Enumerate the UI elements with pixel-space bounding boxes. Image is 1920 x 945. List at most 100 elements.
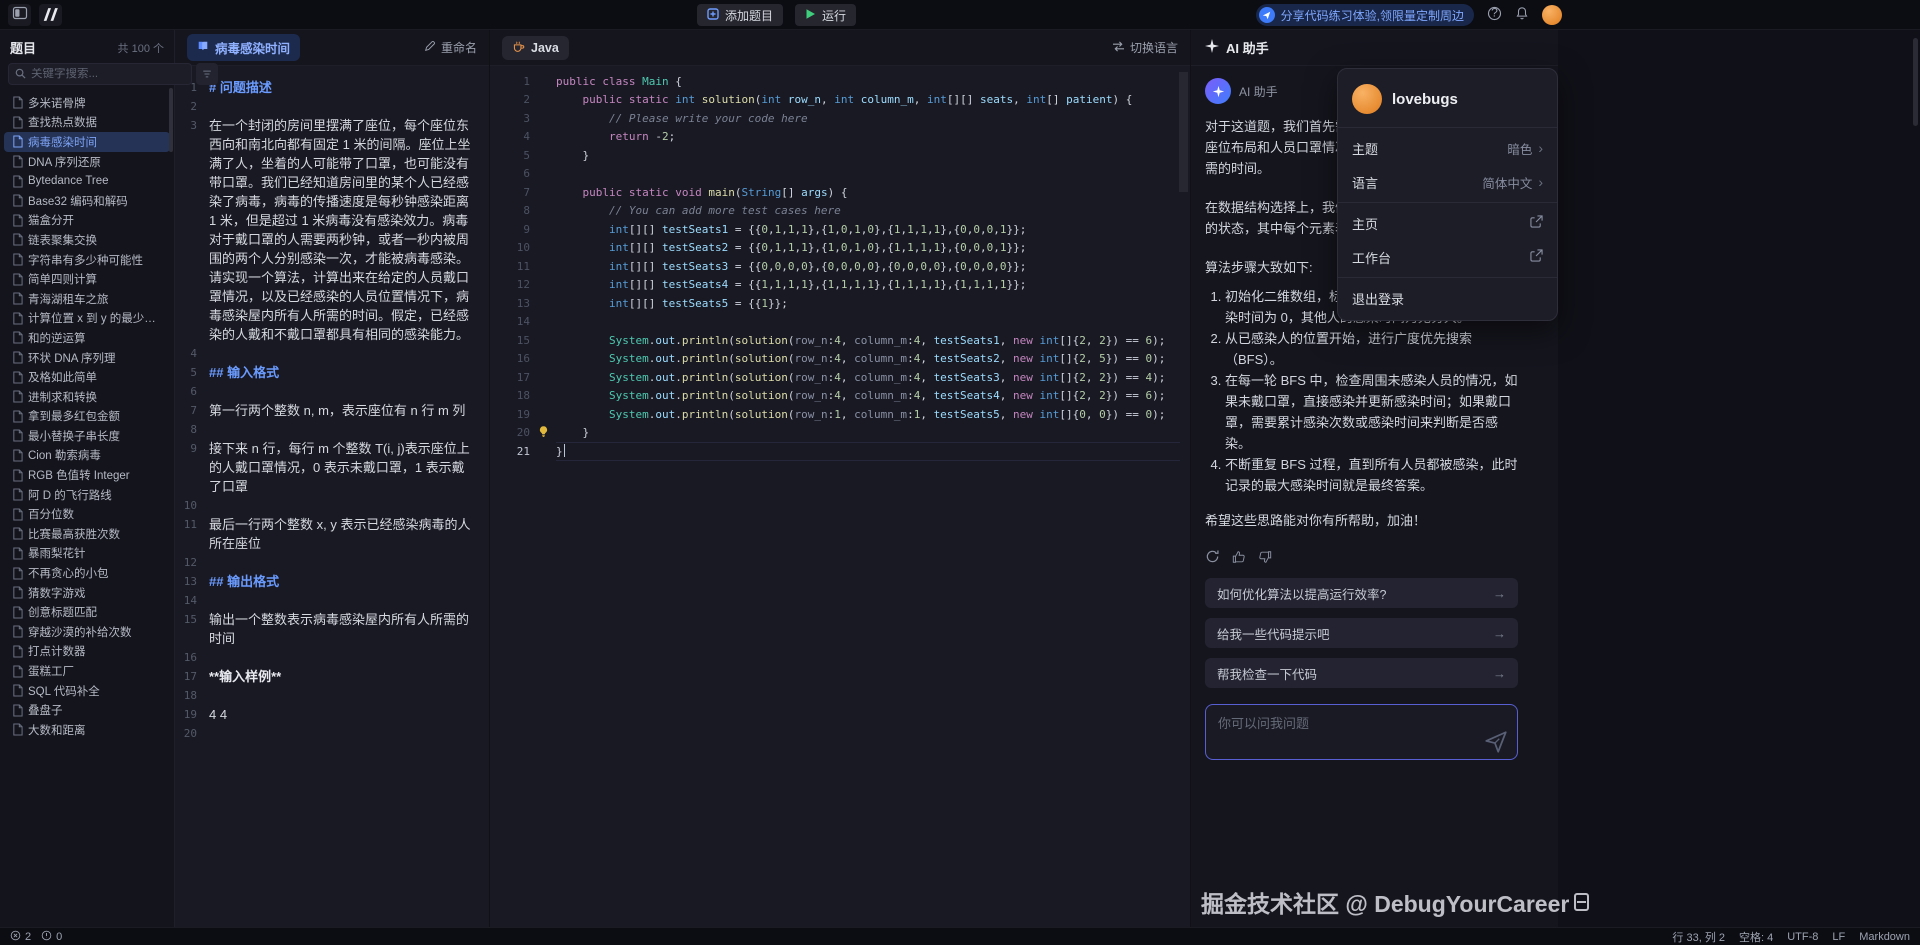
encoding[interactable]: UTF-8 — [1787, 931, 1818, 943]
sidebar-item[interactable]: 病毒感染时间 — [4, 132, 170, 152]
suggested-question-text: 给我一些代码提示吧 — [1217, 624, 1330, 643]
thumbs-down-button[interactable] — [1258, 549, 1272, 564]
sidebar-item[interactable]: 叠盘子 — [4, 700, 170, 720]
chat-input-box[interactable] — [1205, 704, 1518, 760]
menu-item-logout[interactable]: 退出登录 — [1338, 281, 1557, 315]
sidebar-item[interactable]: 阿 D 的飞行路线 — [4, 485, 170, 505]
add-problem-button[interactable]: 添加题目 — [697, 4, 783, 26]
code-line[interactable]: 20 } — [490, 424, 1190, 443]
sidebar-item[interactable]: 百分位数 — [4, 504, 170, 524]
sidebar-item[interactable]: 打点计数器 — [4, 642, 170, 662]
sidebar-item[interactable]: 链表聚集交换 — [4, 230, 170, 250]
eol[interactable]: LF — [1832, 931, 1845, 943]
suggested-question[interactable]: 帮我检查一下代码→ — [1205, 658, 1518, 688]
sidebar-item[interactable]: 大数和距离 — [4, 720, 170, 740]
warnings-indicator[interactable]: 0 — [41, 930, 62, 944]
sidebar-item[interactable]: Cion 勒索病毒 — [4, 446, 170, 466]
sidebar-item[interactable]: 穿越沙漠的补给次数 — [4, 622, 170, 642]
sidebar-item[interactable]: 多米诺骨牌 — [4, 93, 170, 113]
sidebar-item[interactable]: 不再贪心的小包 — [4, 563, 170, 583]
regenerate-button[interactable] — [1205, 549, 1220, 564]
code-line[interactable]: 18 System.out.println(solution(row_n:4, … — [490, 387, 1190, 406]
code-line[interactable]: 9 int[][] testSeats1 = {{0,1,1,1},{1,0,1… — [490, 220, 1190, 239]
code-editor[interactable]: 1public class Main {2 public static int … — [490, 66, 1190, 927]
code-line[interactable]: 21} — [490, 442, 1190, 461]
code-line[interactable]: 6 — [490, 165, 1190, 184]
code-line[interactable]: 19 System.out.println(solution(row_n:1, … — [490, 405, 1190, 424]
code-line[interactable]: 4 return -2; — [490, 128, 1190, 147]
window-scrollbar[interactable] — [1913, 38, 1918, 126]
sidebar-item[interactable]: Bytedance Tree — [4, 171, 170, 191]
sidebar-item[interactable]: 创意标题匹配 — [4, 602, 170, 622]
suggested-question[interactable]: 如何优化算法以提高运行效率?→ — [1205, 578, 1518, 608]
menu-item-home[interactable]: 主页 — [1338, 206, 1557, 240]
run-button[interactable]: 运行 — [795, 4, 856, 26]
code-line[interactable]: 1public class Main { — [490, 72, 1190, 91]
problem-title: 暴雨梨花针 — [28, 545, 86, 561]
menu-item-theme[interactable]: 主题 暗色› — [1338, 131, 1557, 165]
help-button[interactable]: ? — [1487, 6, 1502, 24]
menu-item-workspace[interactable]: 工作台 — [1338, 240, 1557, 274]
sidebar-item[interactable]: 查找热点数据 — [4, 113, 170, 133]
code-line[interactable]: 3 // Please write your code here — [490, 109, 1190, 128]
language-mode[interactable]: Markdown — [1859, 931, 1910, 943]
sidebar-item[interactable]: DNA 序列还原 — [4, 152, 170, 172]
sidebar-item[interactable]: 最小替换子串长度 — [4, 426, 170, 446]
problem-tab[interactable]: 病毒感染时间 — [187, 34, 300, 61]
rename-button[interactable]: 重命名 — [424, 39, 477, 56]
editor-scrollbar[interactable] — [1179, 72, 1188, 192]
search-input[interactable] — [31, 68, 185, 80]
sidebar-item[interactable]: 蛋糕工厂 — [4, 661, 170, 681]
sidebar-item[interactable]: 拿到最多红包金额 — [4, 407, 170, 427]
sidebar-toggle-button[interactable] — [8, 4, 31, 26]
sidebar-item[interactable]: 暴雨梨花针 — [4, 544, 170, 564]
problem-title: 最小替换子串长度 — [28, 428, 120, 444]
sidebar-item[interactable]: RGB 色值转 Integer — [4, 465, 170, 485]
code-line[interactable]: 7 public static void main(String[] args)… — [490, 183, 1190, 202]
code-line[interactable]: 10 int[][] testSeats2 = {{0,1,1,1},{1,0,… — [490, 239, 1190, 258]
sidebar-item[interactable]: SQL 代码补全 — [4, 681, 170, 701]
lightbulb-icon[interactable] — [537, 425, 550, 441]
user-avatar[interactable] — [1542, 5, 1562, 25]
code-line[interactable]: 15 System.out.println(solution(row_n:4, … — [490, 331, 1190, 350]
sidebar-item[interactable]: 比赛最高获胜次数 — [4, 524, 170, 544]
sidebar-item[interactable]: 进制求和转换 — [4, 387, 170, 407]
code-line[interactable]: 14 — [490, 313, 1190, 332]
markdown-editor[interactable]: 1# 问题描述23在一个封闭的房间里摆满了座位，每个座位东西向和南北向都有固定 … — [175, 66, 489, 927]
sidebar-item[interactable]: 及格如此简单 — [4, 367, 170, 387]
sidebar-scrollbar[interactable] — [169, 88, 173, 152]
sidebar-item[interactable]: 计算位置 x 到 y 的最少步数 — [4, 309, 170, 329]
code-line[interactable]: 17 System.out.println(solution(row_n:4, … — [490, 368, 1190, 387]
promo-banner[interactable]: 分享代码练习体验,领限量定制周边 — [1256, 4, 1474, 26]
sidebar-item[interactable]: 猜数字游戏 — [4, 583, 170, 603]
code-line[interactable]: 13 int[][] testSeats5 = {{1}}; — [490, 294, 1190, 313]
sidebar-item[interactable]: 字符串有多少种可能性 — [4, 250, 170, 270]
code-line[interactable]: 2 public static int solution(int row_n, … — [490, 91, 1190, 110]
sidebar-item[interactable]: 猫盒分开 — [4, 211, 170, 231]
indentation[interactable]: 空格: 4 — [1739, 929, 1773, 945]
cursor-position[interactable]: 行 33, 列 2 — [1672, 929, 1725, 945]
code-line[interactable]: 5 } — [490, 146, 1190, 165]
menu-item-language[interactable]: 语言 简体中文› — [1338, 165, 1557, 199]
send-icon[interactable] — [1483, 729, 1509, 755]
errors-indicator[interactable]: 2 — [10, 930, 31, 944]
sidebar-item[interactable]: Base32 编码和解码 — [4, 191, 170, 211]
ai-panel-header: AI 助手 — [1191, 30, 1558, 66]
sidebar-item[interactable]: 和的逆运算 — [4, 328, 170, 348]
sidebar-item[interactable]: 青海湖租车之旅 — [4, 289, 170, 309]
code-line[interactable]: 16 System.out.println(solution(row_n:4, … — [490, 350, 1190, 369]
code-line[interactable]: 11 int[][] testSeats3 = {{0,0,0,0},{0,0,… — [490, 257, 1190, 276]
search-filter-button[interactable] — [196, 63, 218, 85]
sidebar-item[interactable]: 简单四则计算 — [4, 269, 170, 289]
code-line[interactable]: 8 // You can add more test cases here — [490, 202, 1190, 221]
external-link-icon — [1530, 215, 1543, 231]
thumbs-up-button[interactable] — [1232, 549, 1246, 564]
chat-input[interactable] — [1218, 713, 1483, 751]
code-line[interactable]: 12 int[][] testSeats4 = {{1,1,1,1},{1,1,… — [490, 276, 1190, 295]
sidebar-item[interactable]: 环状 DNA 序列理 — [4, 348, 170, 368]
code-text: } — [556, 444, 565, 458]
suggested-question[interactable]: 给我一些代码提示吧→ — [1205, 618, 1518, 648]
notifications-button[interactable] — [1515, 6, 1529, 24]
language-tab[interactable]: Java — [502, 36, 569, 60]
switch-language-button[interactable]: 切换语言 — [1112, 39, 1178, 56]
